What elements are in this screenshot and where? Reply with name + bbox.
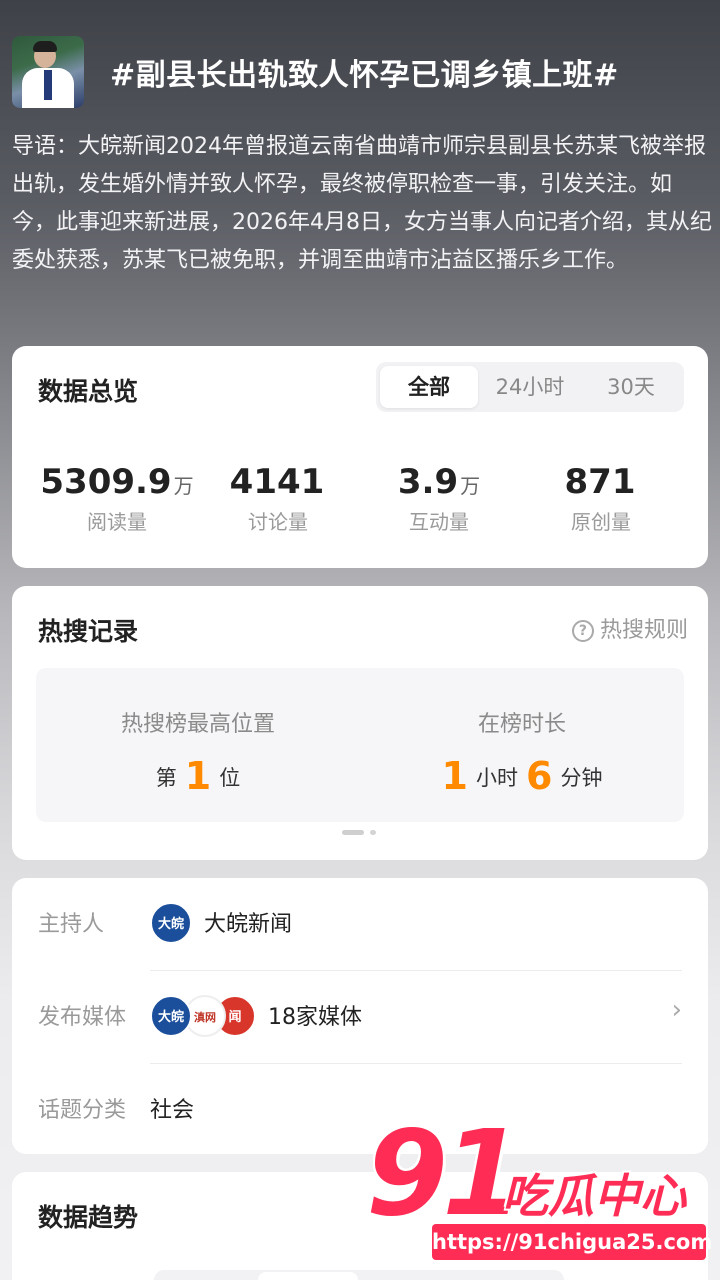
peak-position: 热搜榜最高位置 第1位 bbox=[36, 668, 360, 798]
peak-position-label: 热搜榜最高位置 bbox=[120, 712, 275, 737]
tab-24h[interactable]: 24小时 bbox=[480, 366, 580, 408]
watermark-number: 91 bbox=[366, 1104, 524, 1242]
category-label: 话题分类 bbox=[38, 1098, 127, 1123]
stat-reads-value: 5309.9 bbox=[40, 462, 172, 502]
watermark-url: https://91chigua25.com bbox=[432, 1224, 712, 1260]
peak-suffix: 位 bbox=[219, 766, 241, 790]
duration-label: 在榜时长 bbox=[477, 712, 566, 737]
chevron-right-icon[interactable]: › bbox=[672, 995, 682, 1025]
hot-search-card: 热搜记录 ? 热搜规则 热搜榜最高位置 第1位 在榜时长 1 小时 6 分钟 bbox=[12, 586, 708, 860]
topic-info-card: 主持人 大皖 大皖新闻 发布媒体 闻 滇网 大皖 18家媒体 › 话题分类 社会 bbox=[12, 878, 708, 1154]
topic-header: #副县长出轨致人怀孕已调乡镇上班# bbox=[12, 36, 708, 108]
hot-search-rules-link[interactable]: ? 热搜规则 bbox=[571, 612, 688, 644]
category-value: 社会 bbox=[150, 1098, 195, 1123]
question-icon: ? bbox=[571, 620, 594, 642]
stat-discussions-value: 4141 bbox=[229, 462, 325, 502]
media-label: 发布媒体 bbox=[38, 1005, 127, 1030]
data-overview-card: 数据总览 全部 24小时 30天 5309.9 万 阅读量 4141 讨论量 3.… bbox=[12, 346, 708, 568]
peak-prefix: 第 bbox=[155, 766, 177, 790]
hot-search-rules-label: 热搜规则 bbox=[599, 618, 688, 643]
duration-minutes-value: 6 bbox=[526, 754, 553, 798]
duration-hours-value: 1 bbox=[441, 754, 468, 798]
trend-tab-active[interactable] bbox=[258, 1272, 358, 1280]
carousel-dot-active bbox=[342, 830, 364, 835]
watermark-name: 吃瓜中心 bbox=[502, 1169, 686, 1223]
peak-position-value: 1 bbox=[184, 754, 212, 798]
stat-interactions-value: 3.9 bbox=[397, 462, 459, 502]
stat-original: 871 原创量 bbox=[538, 462, 664, 535]
host-name: 大皖新闻 bbox=[204, 912, 293, 937]
host-logo: 大皖 bbox=[150, 902, 192, 944]
stat-original-value: 871 bbox=[564, 462, 636, 502]
site-watermark: 91 吃瓜中心 https://91chigua25.com bbox=[366, 1108, 716, 1272]
media-logo-1: 大皖 bbox=[150, 995, 192, 1037]
media-count: 18家媒体 bbox=[268, 1005, 362, 1030]
carousel-dot bbox=[370, 830, 376, 835]
hot-search-title: 热搜记录 bbox=[38, 617, 139, 646]
stat-discussions: 4141 讨论量 bbox=[208, 462, 348, 535]
tab-all[interactable]: 全部 bbox=[380, 366, 478, 408]
duration-minutes-unit: 分钟 bbox=[560, 766, 603, 790]
topic-intro: 导语：大皖新闻2024年曾报道云南省曲靖市师宗县副县长苏某飞被举报出轨，发生婚外… bbox=[12, 134, 712, 273]
stat-reads-unit: 万 bbox=[173, 474, 194, 498]
topic-title: #副县长出轨致人怀孕已调乡镇上班# bbox=[110, 58, 619, 93]
host-label: 主持人 bbox=[38, 912, 105, 937]
stat-discussions-label: 讨论量 bbox=[248, 510, 308, 534]
data-trend-title: 数据趋势 bbox=[38, 1203, 139, 1232]
time-range-tabs: 全部 24小时 30天 bbox=[376, 362, 684, 412]
data-overview-title: 数据总览 bbox=[38, 377, 139, 406]
host-row[interactable]: 主持人 大皖 大皖新闻 bbox=[38, 878, 682, 970]
stat-reads: 5309.9 万 阅读量 bbox=[32, 462, 202, 535]
topic-thumbnail-image bbox=[12, 36, 84, 108]
media-row[interactable]: 发布媒体 闻 滇网 大皖 18家媒体 › bbox=[38, 971, 682, 1063]
hot-search-stats-box: 热搜榜最高位置 第1位 在榜时长 1 小时 6 分钟 bbox=[36, 668, 684, 822]
stat-reads-label: 阅读量 bbox=[87, 510, 147, 534]
chart-duration: 在榜时长 1 小时 6 分钟 bbox=[360, 668, 684, 798]
stat-original-label: 原创量 bbox=[571, 510, 631, 534]
stat-interactions-label: 互动量 bbox=[409, 510, 469, 534]
duration-hours-unit: 小时 bbox=[476, 766, 518, 790]
tab-30d[interactable]: 30天 bbox=[582, 366, 680, 408]
stat-interactions: 3.9 万 互动量 bbox=[374, 462, 504, 535]
stat-interactions-unit: 万 bbox=[460, 474, 481, 498]
